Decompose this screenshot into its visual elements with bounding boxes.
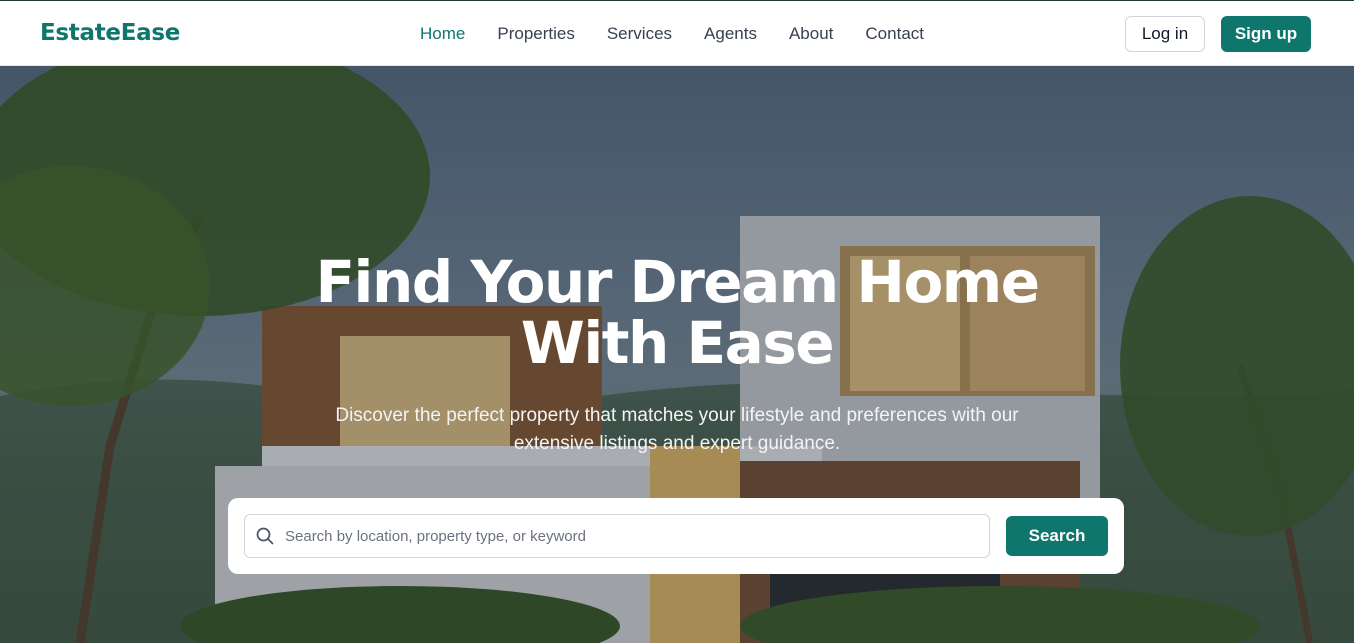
nav-item-services[interactable]: Services [607,24,672,44]
brand-logo[interactable]: EstateEase [40,20,180,46]
hero-section: Find Your Dream Home With Ease Discover … [0,66,1354,643]
nav-item-home[interactable]: Home [420,24,465,44]
nav-item-agents[interactable]: Agents [704,24,757,44]
login-button[interactable]: Log in [1125,16,1205,52]
auth-buttons: Log in Sign up [1125,16,1311,52]
hero-title: Find Your Dream Home With Ease [315,248,1040,377]
main-nav: Home Properties Services Agents About Co… [420,1,956,67]
nav-item-contact[interactable]: Contact [865,24,924,44]
nav-item-properties[interactable]: Properties [497,24,574,44]
site-header: EstateEase Home Properties Services Agen… [0,0,1354,66]
search-input[interactable] [285,527,965,545]
search-card: Search [228,498,1124,574]
hero-subtitle: Discover the perfect property that match… [335,405,1019,454]
search-button[interactable]: Search [1006,516,1108,556]
search-box[interactable] [244,514,990,558]
signup-button[interactable]: Sign up [1221,16,1311,52]
search-icon [245,527,285,545]
nav-item-about[interactable]: About [789,24,833,44]
